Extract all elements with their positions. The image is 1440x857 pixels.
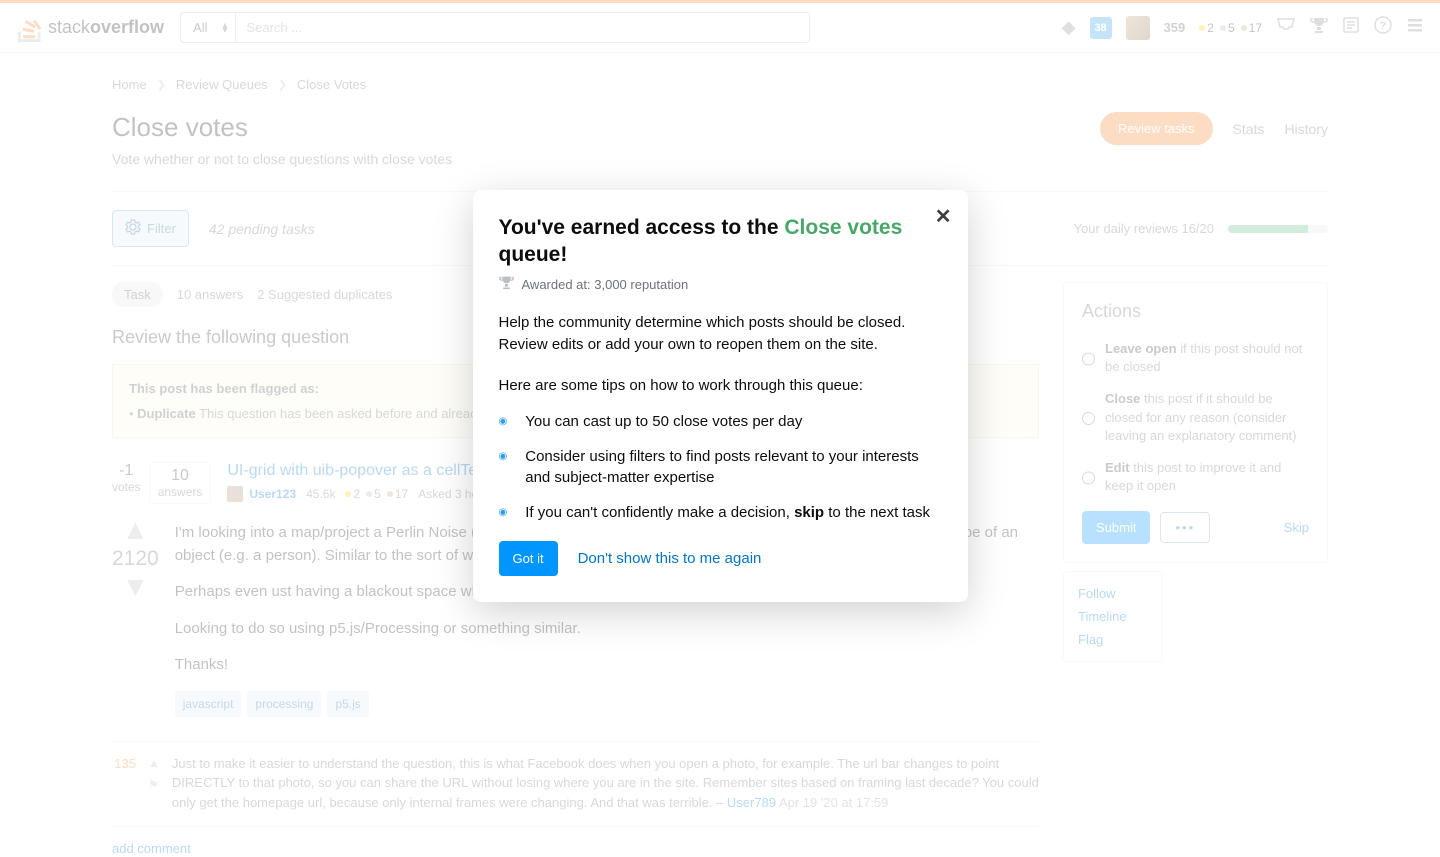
close-icon[interactable]: ✕	[935, 204, 952, 229]
onboarding-modal: ✕ You've earned access to the Close vote…	[473, 190, 968, 602]
got-it-button[interactable]: Got it	[499, 541, 558, 576]
trophy-icon	[499, 275, 514, 294]
dont-show-link[interactable]: Don't show this to me again	[578, 550, 762, 567]
modal-overlay: ✕ You've earned access to the Close vote…	[0, 0, 1440, 857]
modal-title: You've earned access to the Close votes …	[499, 214, 942, 269]
